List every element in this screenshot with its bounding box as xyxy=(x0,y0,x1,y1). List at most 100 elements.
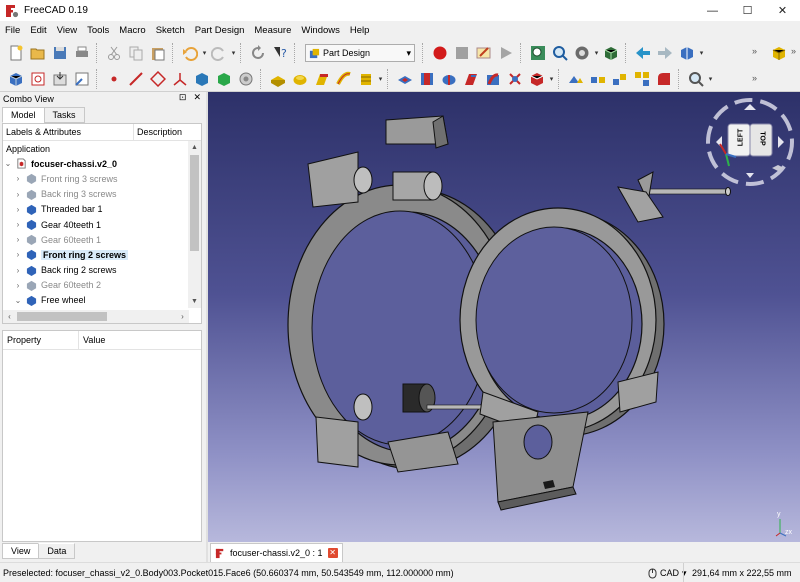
save-icon[interactable] xyxy=(50,43,70,63)
shape-binder-icon[interactable] xyxy=(192,69,212,89)
tree-item[interactable]: › Gear 40teeth 1 xyxy=(3,217,189,232)
tree-item[interactable]: › Back ring 3 screws xyxy=(3,187,189,202)
tab-view[interactable]: View xyxy=(2,543,40,559)
copy-icon[interactable] xyxy=(126,43,146,63)
scroll-thumb[interactable] xyxy=(17,312,107,321)
std-views-icon[interactable] xyxy=(677,43,697,63)
menu-macro[interactable]: Macro xyxy=(114,21,150,40)
menu-windows[interactable]: Windows xyxy=(296,21,345,40)
scroll-up-icon[interactable]: ▲ xyxy=(188,141,201,154)
part-cube-icon[interactable] xyxy=(769,43,789,63)
macro-edit-icon[interactable] xyxy=(474,43,494,63)
measure-dropdown-icon[interactable]: ▾ xyxy=(707,75,714,83)
subtractive-loft-icon[interactable] xyxy=(461,69,481,89)
scroll-right-icon[interactable]: › xyxy=(176,310,189,323)
undo-icon[interactable] xyxy=(180,43,200,63)
additive-primitive-dropdown-icon[interactable]: ▾ xyxy=(377,75,384,83)
navcube-top-face[interactable]: TOP xyxy=(759,131,766,145)
chevron-right-icon[interactable]: › xyxy=(13,235,23,244)
additive-pipe-icon[interactable] xyxy=(334,69,354,89)
local-cs-icon[interactable] xyxy=(170,69,190,89)
redo-dropdown-icon[interactable]: ▾ xyxy=(230,49,237,57)
chevron-right-icon[interactable]: › xyxy=(13,250,23,259)
navigation-cube[interactable]: LEFT TOP xyxy=(702,94,798,190)
datum-plane-icon[interactable] xyxy=(148,69,168,89)
cut-icon[interactable] xyxy=(104,43,124,63)
tree-item[interactable]: › Back ring 2 screws xyxy=(3,263,189,278)
menu-measure[interactable]: Measure xyxy=(249,21,296,40)
property-column[interactable]: Property xyxy=(3,331,79,349)
menu-part-design[interactable]: Part Design xyxy=(190,21,250,40)
create-body-icon[interactable] xyxy=(6,69,26,89)
navigation-style-button[interactable]: CAD ▾ xyxy=(648,563,687,582)
close-panel-button[interactable]: ✕ xyxy=(193,92,201,103)
draw-style-dropdown-icon[interactable]: ▾ xyxy=(593,49,600,57)
pocket-icon[interactable] xyxy=(395,69,415,89)
tree-vertical-scrollbar[interactable]: ▲ ▼ xyxy=(188,141,201,308)
tree-item[interactable]: › Threaded bar 1 xyxy=(3,202,189,217)
bounding-box-icon[interactable] xyxy=(601,43,621,63)
polar-pattern-icon[interactable] xyxy=(610,69,630,89)
datum-line-icon[interactable] xyxy=(126,69,146,89)
tree-document-node[interactable]: ⌄ focuser-chassi.v2_0 xyxy=(3,156,189,171)
close-window-button[interactable]: ✕ xyxy=(765,0,800,21)
view-fit-all-icon[interactable] xyxy=(528,43,548,63)
value-column[interactable]: Value xyxy=(79,331,105,349)
tree-item[interactable]: › Gear 60teeth 1 xyxy=(3,232,189,247)
tree-item[interactable]: › Gear 60teeth 2 xyxy=(3,278,189,293)
view-fit-selection-icon[interactable] xyxy=(550,43,570,63)
validate-sketch-icon[interactable] xyxy=(50,69,70,89)
workbench-selector[interactable]: Part Design ▾ xyxy=(305,44,415,62)
undo-dropdown-icon[interactable]: ▾ xyxy=(201,49,208,57)
close-tab-icon[interactable]: ✕ xyxy=(327,548,338,558)
refresh-icon[interactable] xyxy=(248,43,268,63)
open-folder-icon[interactable] xyxy=(28,43,48,63)
scroll-left-icon[interactable]: ‹ xyxy=(3,310,16,323)
chevron-right-icon[interactable]: › xyxy=(13,266,23,275)
tree-column-description[interactable]: Description xyxy=(134,124,182,140)
subtractive-pipe-icon[interactable] xyxy=(483,69,503,89)
new-document-icon[interactable] xyxy=(6,43,26,63)
additive-helix-icon[interactable] xyxy=(356,69,376,89)
chevron-right-icon[interactable]: › xyxy=(13,190,23,199)
subtractive-primitive-dropdown-icon[interactable]: ▾ xyxy=(548,75,555,83)
tab-data[interactable]: Data xyxy=(38,543,76,559)
measure-icon[interactable] xyxy=(686,69,706,89)
menu-file[interactable]: File xyxy=(0,21,25,40)
scroll-down-icon[interactable]: ▼ xyxy=(188,295,201,308)
draw-style-icon[interactable] xyxy=(572,43,592,63)
chevron-right-icon[interactable]: › xyxy=(13,174,23,183)
chevron-right-icon[interactable]: › xyxy=(13,205,23,214)
tree-item[interactable]: › Front ring 3 screws xyxy=(3,171,189,186)
tree-item[interactable]: ⌄ Free wheel xyxy=(3,293,189,308)
sketch-map-icon[interactable] xyxy=(72,69,92,89)
create-sketch-icon[interactable] xyxy=(28,69,48,89)
chevron-down-icon[interactable]: ⌄ xyxy=(3,159,13,168)
back-arrow-icon[interactable] xyxy=(633,43,653,63)
pad-icon[interactable] xyxy=(268,69,288,89)
multi-transform-icon[interactable] xyxy=(632,69,652,89)
mirrored-icon[interactable] xyxy=(566,69,586,89)
print-icon[interactable] xyxy=(72,43,92,63)
macro-run-icon[interactable] xyxy=(496,43,516,63)
chevron-down-icon[interactable]: ⌄ xyxy=(13,296,23,305)
menu-view[interactable]: View xyxy=(52,21,82,40)
document-tab[interactable]: focuser-chassi.v2_0 : 1 ✕ xyxy=(210,543,343,562)
forward-arrow-icon[interactable] xyxy=(655,43,675,63)
minimize-button[interactable]: — xyxy=(695,0,730,21)
fillet-icon[interactable] xyxy=(654,69,674,89)
menu-edit[interactable]: Edit xyxy=(25,21,51,40)
chevron-right-icon[interactable]: › xyxy=(13,281,23,290)
macro-stop-icon[interactable] xyxy=(452,43,472,63)
redo-icon[interactable] xyxy=(209,43,229,63)
tab-model[interactable]: Model xyxy=(2,107,45,123)
hole-icon[interactable] xyxy=(417,69,437,89)
chevron-right-icon[interactable]: › xyxy=(13,220,23,229)
std-views-dropdown-icon[interactable]: ▾ xyxy=(698,49,705,57)
maximize-button[interactable]: ☐ xyxy=(730,0,765,21)
linear-pattern-icon[interactable] xyxy=(588,69,608,89)
subshape-binder-icon[interactable] xyxy=(214,69,234,89)
toolbar-overflow-3[interactable]: » xyxy=(752,73,757,83)
clone-icon[interactable] xyxy=(236,69,256,89)
tree-horizontal-scrollbar[interactable]: ‹ › xyxy=(3,310,189,323)
